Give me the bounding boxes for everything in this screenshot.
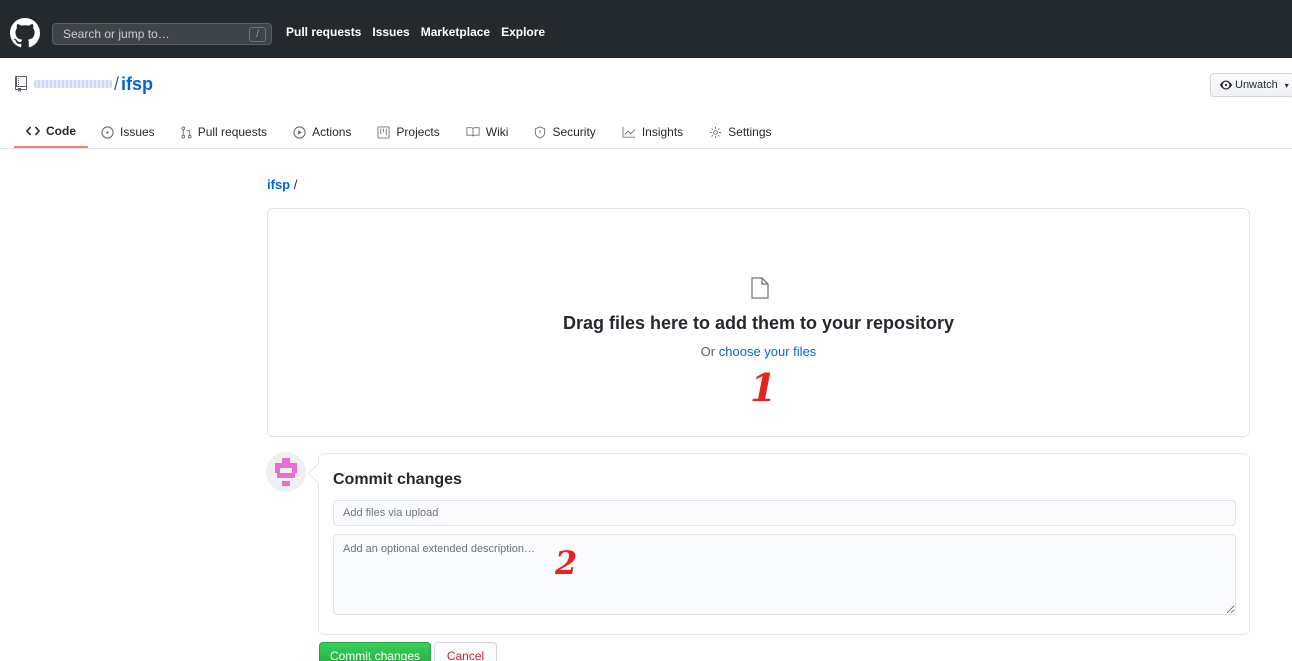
choose-files-link[interactable]: choose your files <box>719 344 817 359</box>
tab-label: Projects <box>396 125 440 139</box>
tab-label: Actions <box>312 125 352 139</box>
repo-title: / ifsp <box>14 72 153 96</box>
drop-zone-title: Drag files here to add them to your repo… <box>562 313 955 333</box>
tab-label: Wiki <box>485 125 509 139</box>
code-icon <box>26 126 40 136</box>
search-box[interactable]: Search or jump to… / <box>52 23 272 45</box>
caret-down-icon: ▾ <box>1284 80 1289 90</box>
commit-form-title: Commit changes <box>333 471 462 488</box>
owner-name-redacted[interactable] <box>34 80 112 88</box>
drop-zone-or: Or <box>700 344 716 359</box>
nav-issues[interactable]: Issues <box>372 25 409 39</box>
tab-security[interactable]: Security <box>521 116 608 148</box>
git-pull-request-icon <box>181 126 192 138</box>
search-placeholder: Search or jump to… <box>63 27 170 41</box>
breadcrumb: ifsp / <box>267 177 297 192</box>
repo-icon <box>15 76 27 92</box>
eye-icon <box>1220 80 1232 90</box>
cancel-button[interactable]: Cancel <box>434 642 497 661</box>
tab-settings[interactable]: Settings <box>696 116 784 148</box>
nav-pull-requests[interactable]: Pull requests <box>286 25 361 39</box>
tab-label: Pull requests <box>197 125 268 139</box>
tab-label: Insights <box>641 125 684 139</box>
global-header: Search or jump to… / Pull requests Issue… <box>0 0 1292 58</box>
play-icon <box>293 125 306 139</box>
tabs-divider <box>0 148 1292 149</box>
nav-explore[interactable]: Explore <box>501 25 545 39</box>
github-logo-icon[interactable] <box>10 18 40 48</box>
gear-icon <box>710 126 722 138</box>
tab-label: Security <box>552 125 596 139</box>
tab-code[interactable]: Code <box>14 116 88 148</box>
file-icon <box>751 277 769 299</box>
tab-pull-requests[interactable]: Pull requests <box>168 116 280 148</box>
commit-message-input[interactable] <box>333 500 1236 526</box>
tab-insights[interactable]: Insights <box>609 116 696 148</box>
project-icon <box>377 125 390 139</box>
tab-label: Issues <box>120 125 155 139</box>
global-nav: Pull requests Issues Marketplace Explore <box>286 25 545 39</box>
tab-wiki[interactable]: Wiki <box>453 116 522 148</box>
file-drop-zone[interactable]: Drag files here to add them to your repo… <box>267 208 1250 437</box>
tab-label: Settings <box>728 125 772 139</box>
repo-tabs: Code Issues Pull requests Actions Projec… <box>14 116 785 148</box>
issue-opened-icon <box>101 125 114 139</box>
avatar <box>266 452 306 492</box>
book-icon <box>466 127 480 137</box>
commit-description-textarea[interactable] <box>333 534 1236 615</box>
tab-projects[interactable]: Projects <box>364 116 452 148</box>
tab-issues[interactable]: Issues <box>88 116 168 148</box>
unwatch-button[interactable]: Unwatch ▾ <box>1210 73 1292 97</box>
commit-changes-button[interactable]: Commit changes <box>319 642 431 661</box>
breadcrumb-separator: / <box>293 177 298 192</box>
annotation-number-1: 1 <box>750 365 777 410</box>
commit-form: Commit changes 2 <box>318 453 1250 635</box>
tab-label: Code <box>46 124 76 138</box>
breadcrumb-repo-link[interactable]: ifsp <box>267 177 290 192</box>
repo-separator: / <box>114 73 120 94</box>
tab-actions[interactable]: Actions <box>280 116 364 148</box>
search-shortcut-key: / <box>249 27 266 42</box>
unwatch-label: Unwatch <box>1235 79 1278 91</box>
repo-name-link[interactable]: ifsp <box>121 74 153 95</box>
nav-marketplace[interactable]: Marketplace <box>421 25 490 39</box>
shield-icon <box>535 125 546 139</box>
identicon-icon <box>275 458 297 486</box>
drop-zone-subtitle: Or choose your files <box>268 344 1249 359</box>
graph-icon <box>622 126 636 138</box>
